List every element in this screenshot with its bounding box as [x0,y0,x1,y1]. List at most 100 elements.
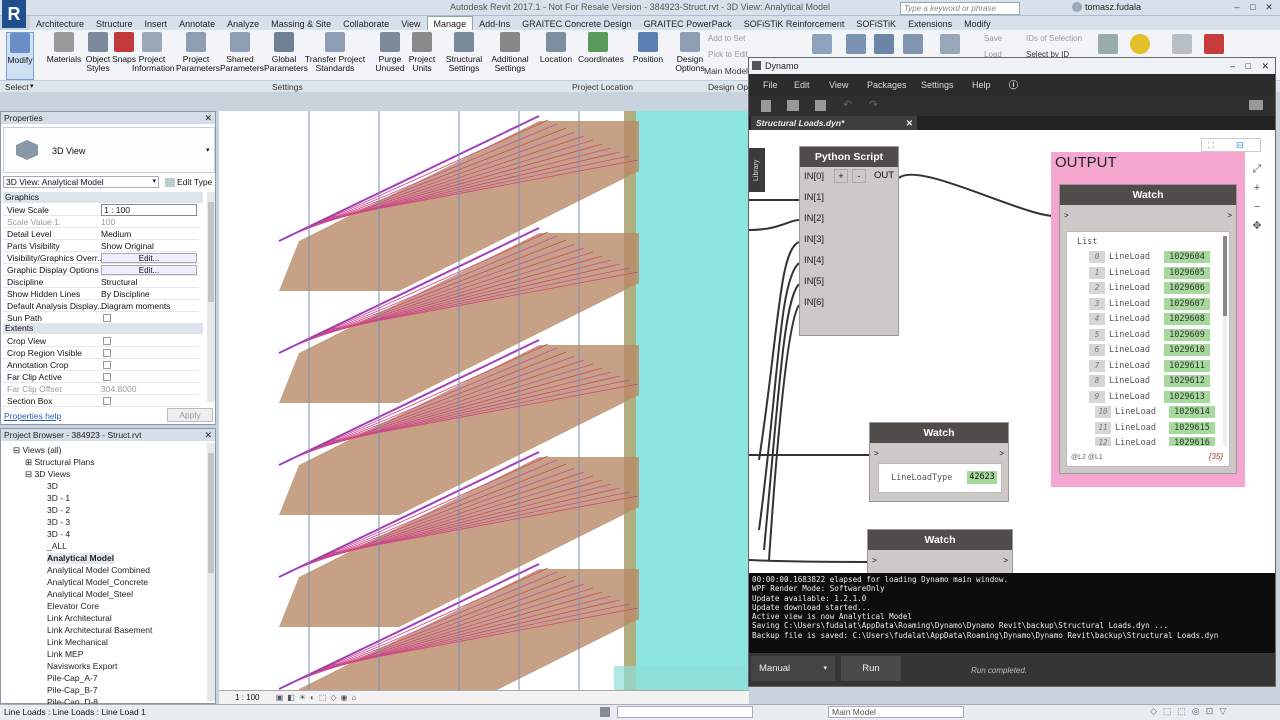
chevron-down-icon[interactable]: ▾ [30,82,34,90]
output-port-icon[interactable]: > [999,449,1004,458]
scrollbar-thumb[interactable] [208,453,214,573]
revit-logo[interactable]: R [2,0,26,28]
watch-node-lineloadtype[interactable]: Watch > > LineLoadType 42623 [869,422,1009,502]
camera-icon[interactable] [1249,100,1263,110]
input-port[interactable]: IN[5] [804,276,824,287]
input-port-icon[interactable]: > [874,449,879,458]
info-icon[interactable]: ⓘ [1009,74,1018,96]
browser-item[interactable]: Analytical Model_Concrete [47,577,148,588]
browser-item[interactable]: Pile-Cap_A-7 [47,673,98,684]
tool-transfer-project-standards-button[interactable]: Transfer Project Standards [304,32,366,73]
output-port-icon[interactable]: > [1227,211,1232,220]
browser-item[interactable]: 3D - 4 [47,529,70,540]
ribbon-tab-view[interactable]: View [395,17,426,31]
design-option-dropdown[interactable]: Main Model [828,706,964,718]
chevron-down-icon[interactable]: ▾ [152,177,156,187]
undo-icon[interactable]: ↶ [843,98,852,111]
chevron-down-icon[interactable]: ▾ [823,656,827,681]
ribbon-tab-massing-site[interactable]: Massing & Site [265,17,337,31]
property-checkbox[interactable] [103,314,111,322]
browser-item[interactable]: 3D - 2 [47,505,70,516]
maximize-icon[interactable]: □ [1246,58,1251,74]
input-port[interactable]: IN[4] [804,255,824,266]
browser-item[interactable]: Link MEP [47,649,83,660]
user-name[interactable]: tomasz.fudala [1085,2,1141,12]
browser-item[interactable]: Elevator Core [47,601,99,612]
graph-view-icon[interactable]: ⊟ [1236,140,1244,151]
scrollbar-thumb[interactable] [208,202,214,302]
input-port[interactable]: IN[0] [804,171,824,182]
input-port[interactable]: IN[3] [804,234,824,245]
zoom-out-icon[interactable]: − [1249,198,1265,217]
edit-button[interactable]: Edit... [101,253,197,263]
edit-button[interactable]: Edit... [101,265,197,275]
remove-input-button[interactable]: - [852,169,866,183]
view-scale[interactable]: 1 : 100 [235,693,259,702]
tool-project-parameters-button[interactable]: Project Parameters [176,32,220,73]
graphics-section[interactable]: Graphics [3,192,203,203]
tool-additional-settings-button[interactable]: Additional Settings [490,32,530,73]
property-checkbox[interactable] [103,397,111,405]
workset-dropdown[interactable] [617,706,753,718]
property-value[interactable]: 1 : 100 [101,204,197,216]
property-row[interactable]: Graphic Display Options Edit... [3,264,199,276]
ribbon-tab-graitec-concrete-design[interactable]: GRAITEC Concrete Design [516,17,638,31]
geometry-view-icon[interactable]: ⛶ [1208,140,1214,151]
ribbon-tab-sofistik[interactable]: SOFiSTiK [850,17,902,31]
apply-button[interactable]: Apply [167,408,213,422]
view-control-icons[interactable]: ▣◧☀◐⬚◇◉⌂ [276,691,361,704]
help-search-input[interactable]: Type a keyword or phrase [900,2,1020,15]
type-selector[interactable]: 3D View ▾ [3,127,215,173]
edit-type-button[interactable]: Edit Type [165,175,213,189]
ribbon-tab-graitec-powerpack[interactable]: GRAITEC PowerPack [638,17,738,31]
output-port-icon[interactable]: > [1003,556,1008,565]
maximize-icon[interactable]: □ [1246,1,1260,14]
pan-icon[interactable]: ✥ [1249,217,1265,236]
output-port[interactable]: OUT [874,170,894,181]
close-icon[interactable]: ✕ [906,116,913,130]
ids-of-selection-button[interactable]: IDs of Selection [1026,34,1082,43]
menu-help[interactable]: Help [972,74,991,96]
ribbon-tab-extensions[interactable]: Extensions [902,17,958,31]
ribbon-tool-icon[interactable] [874,34,894,54]
property-row[interactable]: Far Clip Offset 304.8000 [3,383,199,395]
open-file-icon[interactable] [787,100,799,111]
menu-settings[interactable]: Settings [921,74,954,96]
ribbon-tool-icon[interactable] [846,34,866,54]
run-mode-dropdown[interactable]: Manual ▾ [751,656,835,681]
close-icon[interactable]: ✕ [1262,1,1276,14]
minimize-icon[interactable]: – [1230,1,1244,14]
property-row[interactable]: Discipline Structural [3,276,199,288]
browser-item[interactable]: _ALL [47,541,67,552]
warning-icon[interactable] [1130,34,1150,54]
property-row[interactable]: Detail Level Medium [3,228,199,240]
ribbon-tab-manage[interactable]: Manage [426,16,474,31]
select-group-label[interactable]: Select [5,82,29,92]
browser-item[interactable]: Analytical Model_Steel [47,589,133,600]
watch-node-empty[interactable]: Watch > > [867,529,1013,573]
menu-edit[interactable]: Edit [794,74,810,96]
ribbon-tab-insert[interactable]: Insert [139,17,174,31]
ribbon-tab-architecture[interactable]: Architecture [30,17,90,31]
tool-structural-settings-button[interactable]: Structural Settings [444,32,484,73]
python-script-node[interactable]: Python Script IN[0] IN[1] IN[2] IN[3] IN[4] I… [799,146,899,336]
input-port[interactable]: IN[1] [804,192,824,203]
properties-scrollbar[interactable] [207,192,215,402]
tool-position-button[interactable]: Position [628,32,668,64]
browser-item[interactable]: ⊞ Structural Plans [25,457,94,468]
ribbon-tool-icon[interactable] [903,34,923,54]
chevron-down-icon[interactable]: ▾ [206,146,210,154]
watch-node[interactable]: Watch > > List 0 LineLoad 1029604 1 LineLoad… [1059,184,1237,474]
save-icon[interactable] [815,100,826,111]
ribbon-tool-icon[interactable] [1172,34,1192,54]
browser-item[interactable]: Link Architectural [47,613,112,624]
selection-filter-icons[interactable]: ◇⬚⬚◎⊡▽ [1150,706,1270,718]
watch-list-view[interactable]: List 0 LineLoad 1029604 1 LineLoad 1029605 2 Li… [1066,231,1230,467]
redo-icon[interactable]: ↷ [869,98,878,111]
library-toggle[interactable]: Library [749,148,765,192]
property-row[interactable]: Parts Visibility Show Original [3,240,199,252]
browser-item[interactable]: Link Mechanical [47,637,108,648]
ribbon-tab-annotate[interactable]: Annotate [173,17,221,31]
property-row[interactable]: Visibility/Graphics Overr... Edit... [3,252,199,264]
canvas-view-toggle[interactable]: ⛶ ⊟ [1201,138,1261,152]
